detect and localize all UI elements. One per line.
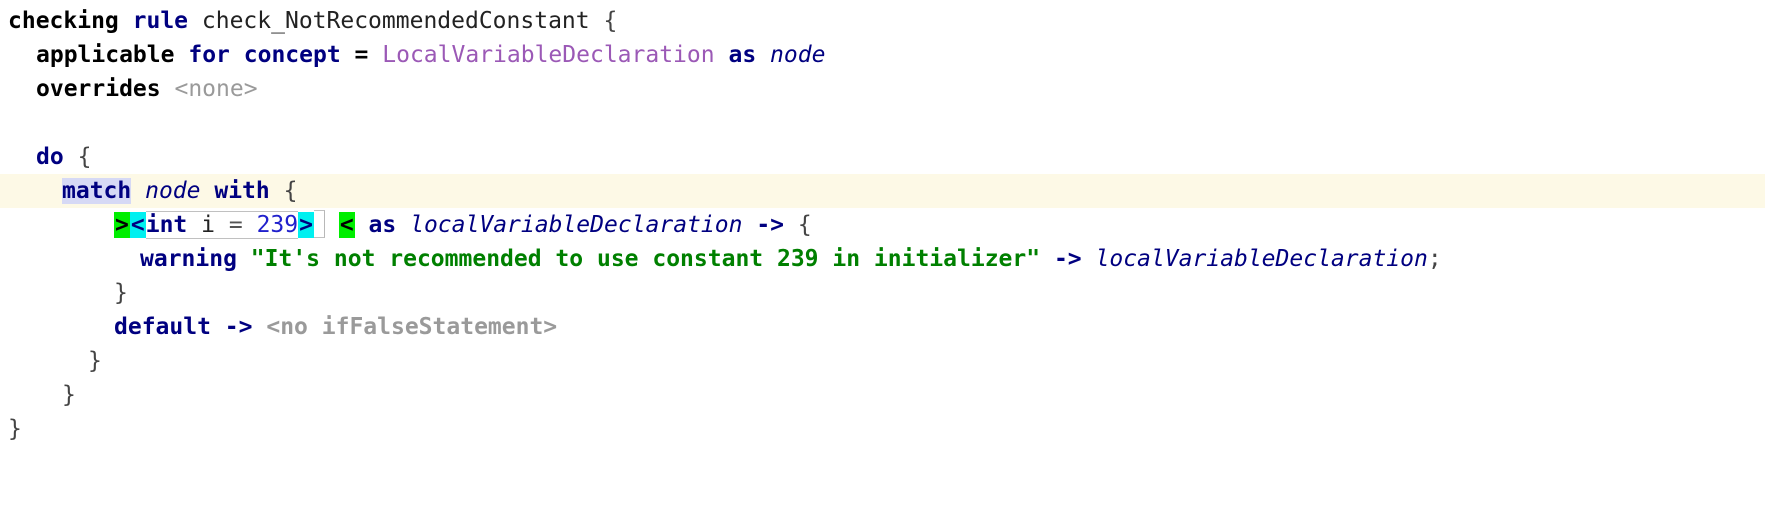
keyword-do: do bbox=[36, 144, 64, 170]
pattern-type[interactable]: int bbox=[146, 212, 188, 238]
keyword-rule: rule bbox=[132, 8, 189, 34]
code-line-pattern[interactable]: ><int i = 239> < as localVariableDeclara… bbox=[0, 208, 1765, 242]
keyword-overrides: overrides bbox=[36, 76, 161, 102]
code-line-close-brace-rule[interactable]: } bbox=[0, 412, 1765, 446]
code-line-do[interactable]: do { bbox=[0, 140, 1765, 174]
keyword-default: default bbox=[114, 314, 211, 340]
code-line-warning[interactable]: warning "It's not recommended to use con… bbox=[0, 242, 1765, 276]
pattern-cell[interactable]: int i = 239 bbox=[145, 211, 299, 239]
pattern-open-marker[interactable]: < bbox=[129, 212, 146, 238]
pattern-value[interactable]: 239 bbox=[257, 212, 299, 238]
close-brace: } bbox=[8, 416, 22, 442]
close-brace: } bbox=[114, 280, 128, 306]
keyword-as: as bbox=[728, 42, 757, 68]
antiquotation-open-marker[interactable]: > bbox=[114, 212, 130, 238]
rule-name[interactable]: check_NotRecommendedConstant bbox=[202, 8, 590, 34]
keyword-with: with bbox=[214, 178, 270, 204]
keyword-applicable: applicable bbox=[36, 42, 175, 68]
keyword-warning: warning bbox=[140, 246, 237, 272]
keyword-for: for bbox=[188, 42, 230, 68]
warning-message[interactable]: "It's not recommended to use constant 23… bbox=[251, 246, 1040, 272]
code-line-close-brace-match[interactable]: } bbox=[0, 344, 1765, 378]
close-brace: } bbox=[88, 348, 102, 374]
open-brace: { bbox=[283, 178, 298, 204]
open-brace: { bbox=[603, 8, 618, 34]
antiquotation-close-marker[interactable]: < bbox=[338, 212, 355, 238]
pattern-binding[interactable]: localVariableDeclaration bbox=[410, 212, 742, 238]
concept-reference-value[interactable]: LocalVariableDeclaration bbox=[382, 42, 714, 68]
node-alias[interactable]: node bbox=[770, 42, 825, 68]
close-brace: } bbox=[62, 382, 76, 408]
code-line-overrides[interactable]: overrides <none> bbox=[0, 72, 1765, 106]
code-editor[interactable]: checking rule check_NotRecommendedConsta… bbox=[0, 0, 1765, 506]
default-placeholder[interactable]: <no ifFalseStatement> bbox=[266, 314, 557, 340]
code-line-default[interactable]: default -> <no ifFalseStatement> bbox=[0, 310, 1765, 344]
arrow-operator: -> bbox=[224, 314, 253, 340]
code-line-close-brace-do[interactable]: } bbox=[0, 378, 1765, 412]
keyword-match[interactable]: match bbox=[62, 178, 132, 204]
keyword-checking: checking bbox=[8, 8, 119, 34]
open-brace: { bbox=[77, 144, 92, 170]
code-line-applicable-for-concept[interactable]: applicable for concept = LocalVariableDe… bbox=[0, 38, 1765, 72]
match-subject[interactable]: node bbox=[145, 178, 200, 204]
pattern-variable[interactable]: i bbox=[201, 212, 215, 238]
arrow-operator: -> bbox=[1053, 246, 1082, 272]
open-brace: { bbox=[797, 212, 812, 238]
arrow-operator: -> bbox=[756, 212, 785, 238]
pattern-close-marker[interactable]: > bbox=[298, 212, 314, 238]
keyword-as: as bbox=[368, 212, 397, 238]
pattern-equals: = bbox=[228, 212, 243, 238]
semicolon: ; bbox=[1427, 246, 1442, 272]
code-line-close-brace-inner[interactable]: } bbox=[0, 276, 1765, 310]
pattern-cell-gap bbox=[313, 210, 325, 238]
overrides-value-placeholder[interactable]: <none> bbox=[174, 76, 257, 102]
keyword-concept: concept bbox=[243, 42, 341, 68]
warning-target[interactable]: localVariableDeclaration bbox=[1096, 246, 1428, 272]
code-line-checking-rule[interactable]: checking rule check_NotRecommendedConsta… bbox=[0, 4, 1765, 38]
equals-sign: = bbox=[354, 42, 369, 68]
code-line-match[interactable]: match node with { bbox=[0, 174, 1765, 208]
